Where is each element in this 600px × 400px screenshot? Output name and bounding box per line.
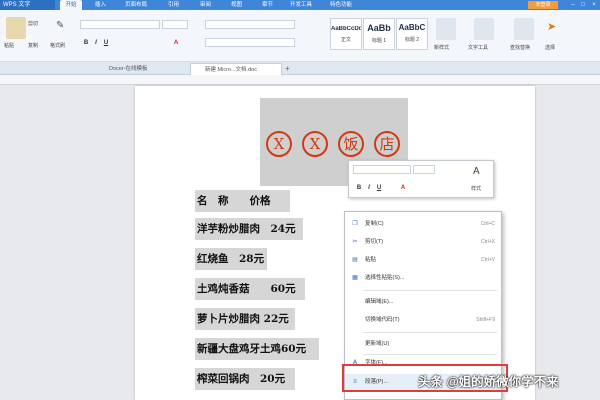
ruler	[0, 75, 600, 85]
select-button[interactable]: 选择	[545, 44, 555, 51]
style-preview: AaBb	[367, 23, 391, 33]
menu-item-label: 切换域代码(T)	[365, 317, 400, 323]
menu-item-line: 洋芋粉炒腊肉 24元	[195, 218, 303, 240]
find-replace-button[interactable]: 查找替换	[510, 44, 530, 51]
menu-item-label: 剪切(T)	[365, 239, 384, 245]
title-char-circle: 饭	[338, 131, 364, 157]
context-menu-item-edit-field[interactable]: 编辑域(E)...	[345, 294, 501, 310]
paste-icon[interactable]	[6, 17, 26, 39]
doc-tab-current[interactable]: 新建 Micro...文档.doc	[190, 63, 282, 75]
font-name-combo[interactable]	[80, 20, 160, 29]
title-char-circle: X	[266, 131, 292, 157]
context-menu-item-paste-special[interactable]: ▦ 选择性粘贴(S)...	[345, 270, 501, 286]
doc-tab-docer[interactable]: Docer-在线模板	[95, 63, 185, 75]
menu-item-line: 红烧鱼 28元	[195, 248, 267, 270]
context-menu-item-update-field[interactable]: 更新域(U)	[345, 336, 501, 352]
menu-item-shortcut: Ctrl+X	[480, 239, 495, 245]
mini-style-icon[interactable]: A	[473, 166, 480, 177]
menu-item-label: 粘贴	[365, 257, 377, 263]
title-char-circle: 店	[374, 131, 400, 157]
menu-item-label: 选择性粘贴(S)...	[365, 275, 405, 281]
paste-special-icon: ▦	[352, 275, 358, 281]
mini-italic-button[interactable]: I	[365, 184, 373, 192]
italic-button[interactable]: I	[92, 39, 100, 47]
style-heading-1[interactable]: AaBb 标题 1	[363, 18, 395, 50]
style-name: 正文	[340, 37, 351, 43]
menu-item-label: 复制(C)	[365, 221, 384, 227]
style-heading-2[interactable]: AaBbC 标题 2	[396, 18, 428, 50]
maximize-icon[interactable]: □	[578, 0, 588, 10]
menu-item-line: 新疆大盘鸡牙土鸡60元	[195, 338, 319, 360]
mini-font-color-button[interactable]: A	[399, 184, 407, 192]
tab-references[interactable]: 引用	[168, 0, 179, 10]
new-style-icon[interactable]	[436, 18, 456, 40]
format-painter-button[interactable]: 格式刷	[50, 42, 65, 49]
copy-button[interactable]: 复制	[28, 42, 38, 49]
tab-page-layout[interactable]: 页面布局	[125, 0, 147, 10]
font-size-combo[interactable]	[162, 20, 188, 29]
menu-item-line: 萝卜片炒腊肉 22元	[195, 308, 295, 330]
style-preview: AaBbC	[398, 23, 426, 32]
mini-font-combo[interactable]	[353, 165, 411, 174]
login-button[interactable]: 未登录	[528, 1, 558, 9]
paragraph-tools[interactable]	[205, 20, 295, 29]
cut-button[interactable]: 剪切	[28, 20, 38, 27]
ribbon	[0, 10, 600, 62]
tab-insert[interactable]: 插入	[95, 0, 106, 10]
context-menu-item-toggle-field-code[interactable]: 切换域代码(T) Shift+F9	[345, 312, 501, 328]
mini-underline-button[interactable]: U	[375, 184, 383, 192]
style-preview: AaBbCcDd	[331, 26, 361, 32]
paste-icon: ▤	[352, 257, 358, 263]
tab-developer[interactable]: 开发工具	[290, 0, 312, 10]
mini-bold-button[interactable]: B	[355, 184, 363, 192]
context-menu-item-copy[interactable]: ❐ 复制(C) Ctrl+C	[345, 216, 501, 232]
style-normal[interactable]: AaBbCcDd 正文	[330, 18, 362, 50]
alignment-tools[interactable]	[205, 38, 295, 47]
close-icon[interactable]: ×	[589, 0, 599, 10]
title-char-circle: X	[302, 131, 328, 157]
minimize-icon[interactable]: –	[568, 0, 578, 10]
watermark: 头条 @姐的娇微你学不来	[418, 375, 559, 389]
paste-button-label[interactable]: 粘贴	[4, 42, 14, 49]
find-replace-icon[interactable]	[514, 18, 534, 40]
style-name: 标题 1	[371, 38, 387, 44]
menu-item-shortcut: Shift+F9	[476, 317, 495, 323]
text-tools-button[interactable]: 文字工具	[468, 44, 488, 51]
tab-special-features[interactable]: 特色功能	[330, 0, 352, 10]
mini-toolbar: B I U A A 样式	[348, 160, 494, 198]
context-menu-item-paste[interactable]: ▤ 粘贴 Ctrl+V	[345, 252, 501, 268]
document-tabs-bar	[0, 62, 600, 75]
new-style-button[interactable]: 新样式	[434, 44, 449, 51]
menu-header: 名 称 价格	[195, 190, 290, 212]
app-menu-button[interactable]: WPS 文字	[0, 0, 55, 10]
tab-home[interactable]: 开始	[60, 0, 82, 10]
mini-size-combo[interactable]	[413, 165, 435, 174]
menu-item-line: 土鸡炖香菇 60元	[195, 278, 305, 300]
bold-button[interactable]: B	[82, 39, 90, 47]
style-name: 标题 2	[404, 37, 420, 43]
menu-item-label: 编辑域(E)...	[365, 299, 394, 305]
menu-item-shortcut: Ctrl+V	[480, 257, 495, 263]
menu-separator	[363, 290, 497, 291]
menu-item-line: 榨菜回锅肉 20元	[195, 368, 295, 390]
context-menu-item-cut[interactable]: ✂ 剪切(T) Ctrl+X	[345, 234, 501, 250]
font-color-button[interactable]: A	[172, 39, 180, 47]
tab-view[interactable]: 视图	[231, 0, 242, 10]
cut-icon: ✂	[352, 239, 358, 245]
select-cursor-icon[interactable]: ➤	[547, 20, 557, 34]
tab-review[interactable]: 审阅	[200, 0, 211, 10]
copy-icon: ❐	[352, 221, 358, 227]
text-tools-icon[interactable]	[474, 18, 494, 40]
new-tab-icon[interactable]: +	[285, 63, 295, 75]
format-painter-icon[interactable]: ✎	[56, 20, 68, 32]
menu-item-label: 更新域(U)	[365, 341, 390, 347]
underline-button[interactable]: U	[102, 39, 110, 47]
tab-chapter[interactable]: 章节	[262, 0, 273, 10]
menu-separator	[363, 332, 497, 333]
mini-style-button[interactable]: 样式	[471, 185, 481, 192]
menu-item-shortcut: Ctrl+C	[480, 221, 495, 227]
